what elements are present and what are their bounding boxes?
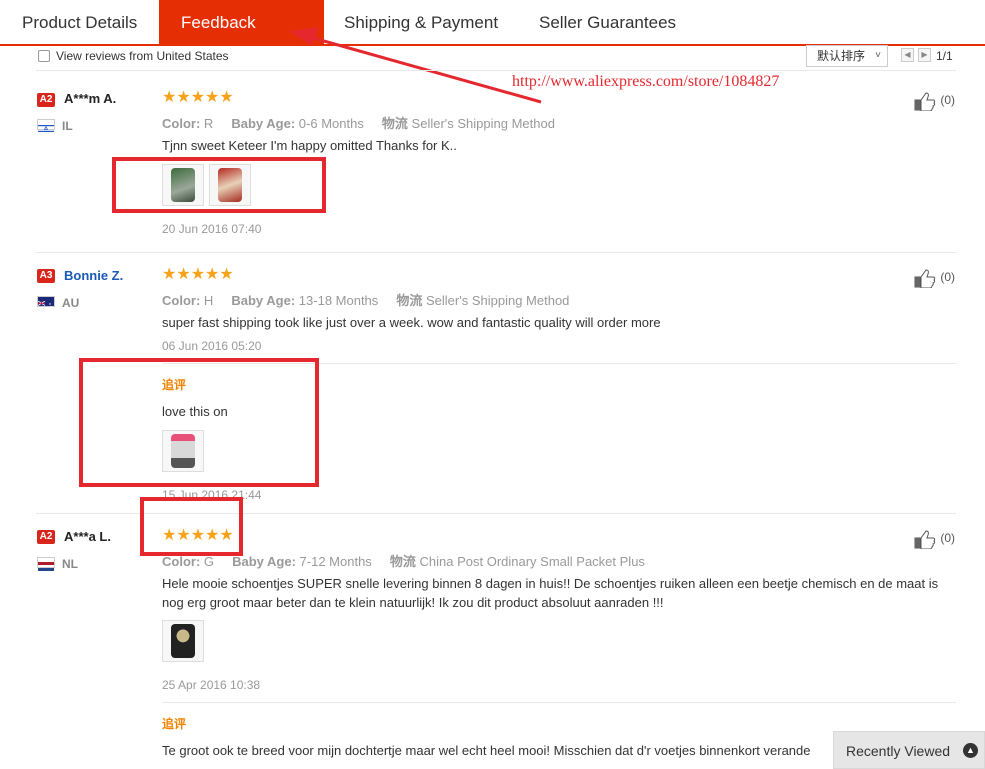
- helpful-button[interactable]: (0): [913, 268, 956, 289]
- buyer-level-badge: A3: [37, 269, 55, 283]
- color-value: R: [203, 116, 214, 131]
- buyer-name: A***m A.: [64, 91, 117, 106]
- color-label: Color:: [162, 116, 201, 131]
- helpful-count: (0): [940, 270, 956, 285]
- shipping-value: Seller's Shipping Method: [426, 293, 570, 308]
- divider: [162, 702, 956, 703]
- divider: [36, 70, 956, 71]
- shipping-label: 物流: [381, 116, 408, 131]
- age-value: 13-18 Months: [298, 293, 379, 308]
- star-rating-icon: ★★★★★: [162, 266, 234, 283]
- color-value: G: [203, 554, 215, 569]
- buyer-level-badge: A2: [37, 93, 55, 107]
- color-value: H: [203, 293, 214, 308]
- country-code: IL: [62, 119, 73, 133]
- age-value: 7-12 Months: [299, 554, 372, 569]
- review-date: 25 Apr 2016 10:38: [162, 678, 261, 692]
- buyer-name: A***a L.: [64, 529, 111, 544]
- helpful-count: (0): [940, 531, 956, 546]
- age-value: 0-6 Months: [298, 116, 364, 131]
- additional-review-label: 追评: [162, 717, 187, 731]
- divider: [36, 252, 956, 253]
- helpful-button[interactable]: (0): [913, 529, 956, 550]
- review-text: Tjnn sweet Keteer I'm happy omitted Than…: [162, 138, 457, 153]
- australia-flag-icon: [37, 296, 55, 309]
- netherlands-flag-icon: [37, 557, 55, 571]
- photo-highlight-box: [112, 157, 326, 213]
- order-attributes: Color: R Baby Age: 0-6 Months 物流 Seller'…: [162, 113, 555, 132]
- review-text: super fast shipping took like just over …: [162, 315, 661, 330]
- age-label: Baby Age:: [231, 116, 296, 131]
- star-rating-icon: ★★★★★: [162, 89, 234, 106]
- helpful-count: (0): [940, 93, 956, 108]
- thumbs-up-icon: [914, 92, 936, 112]
- recently-viewed-label: Recently Viewed: [846, 743, 951, 759]
- color-label: Color:: [162, 554, 201, 569]
- buyer-level-badge: A2: [37, 530, 55, 544]
- review-photo[interactable]: [162, 620, 204, 662]
- chevron-up-icon: ▲: [963, 743, 978, 758]
- israel-flag-icon: [37, 119, 55, 132]
- age-label: Baby Age:: [231, 293, 296, 308]
- recently-viewed-button[interactable]: Recently Viewed ▲: [833, 731, 985, 769]
- review-text-line-2: nog erg groot maar beter dan te klein na…: [162, 595, 664, 610]
- additional-review-text: Te groot ook te breed voor mijn dochtert…: [162, 743, 811, 758]
- country-code: NL: [62, 557, 78, 571]
- additional-review-highlight-box: [79, 358, 319, 487]
- thumbs-up-icon: [914, 530, 936, 550]
- helpful-button[interactable]: (0): [913, 91, 956, 112]
- review-date: 20 Jun 2016 07:40: [162, 222, 262, 236]
- review-date: 06 Jun 2016 05:20: [162, 339, 262, 353]
- country-code: AU: [62, 296, 80, 310]
- buyer-name[interactable]: Bonnie Z.: [64, 268, 123, 283]
- shipping-value: China Post Ordinary Small Packet Plus: [419, 554, 645, 569]
- shipping-value: Seller's Shipping Method: [411, 116, 555, 131]
- shipping-label: 物流: [389, 554, 416, 569]
- order-attributes: Color: H Baby Age: 13-18 Months 物流 Selle…: [162, 290, 569, 309]
- shipping-label: 物流: [396, 293, 423, 308]
- review-text-line-1: Hele mooie schoentjes SUPER snelle lever…: [162, 576, 939, 591]
- color-label: Color:: [162, 293, 201, 308]
- rating-highlight-box: [140, 497, 243, 556]
- thumbs-up-icon: [914, 269, 936, 289]
- age-label: Baby Age:: [232, 554, 296, 569]
